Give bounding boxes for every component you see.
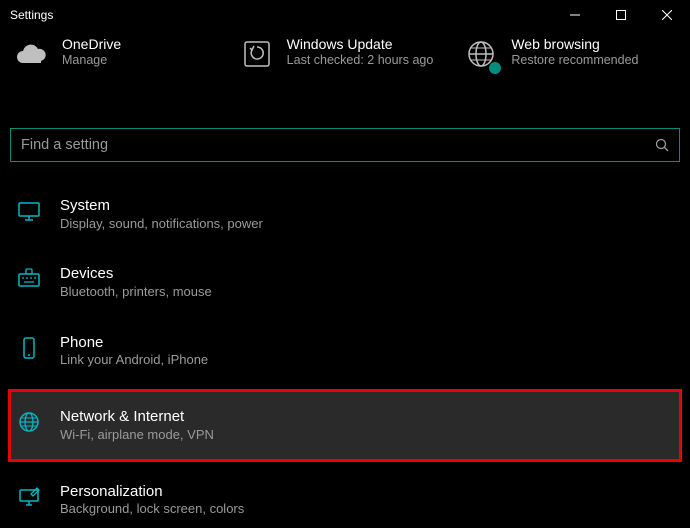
search-box[interactable]	[10, 128, 680, 162]
category-title: Network & Internet	[60, 407, 214, 427]
titlebar: Settings	[0, 0, 690, 30]
category-sub: Wi-Fi, airplane mode, VPN	[60, 427, 214, 444]
tile-onedrive[interactable]: OneDrive Manage	[10, 30, 231, 78]
cloud-icon	[14, 36, 50, 72]
category-title: Devices	[60, 264, 212, 284]
tile-title: OneDrive	[62, 36, 121, 52]
tile-title: Web browsing	[511, 36, 638, 52]
category-list: System Display, sound, notifications, po…	[10, 186, 680, 528]
window-title: Settings	[10, 8, 53, 22]
category-devices[interactable]: Devices Bluetooth, printers, mouse	[10, 254, 680, 310]
tile-web-browsing[interactable]: Web browsing Restore recommended	[459, 30, 680, 78]
tile-title: Windows Update	[287, 36, 434, 52]
globe-icon	[16, 409, 42, 435]
tile-windows-update[interactable]: Windows Update Last checked: 2 hours ago	[235, 30, 456, 78]
status-dot-icon	[489, 62, 501, 74]
header-tiles: OneDrive Manage Windows Update Last chec…	[0, 30, 690, 98]
category-sub: Display, sound, notifications, power	[60, 216, 263, 233]
search-input[interactable]	[21, 137, 655, 153]
category-sub: Background, lock screen, colors	[60, 501, 244, 518]
globe-icon	[463, 36, 499, 72]
search-icon	[655, 138, 669, 152]
minimize-button[interactable]	[552, 0, 598, 30]
paintbrush-icon	[16, 484, 42, 510]
category-title: Phone	[60, 333, 208, 353]
tile-sub: Last checked: 2 hours ago	[287, 52, 434, 68]
category-sub: Bluetooth, printers, mouse	[60, 284, 212, 301]
maximize-button[interactable]	[598, 0, 644, 30]
update-icon	[239, 36, 275, 72]
keyboard-icon	[16, 266, 42, 292]
category-title: System	[60, 196, 263, 216]
category-network[interactable]: Network & Internet Wi-Fi, airplane mode,…	[10, 391, 680, 459]
tile-sub: Restore recommended	[511, 52, 638, 68]
tile-sub: Manage	[62, 52, 121, 68]
close-button[interactable]	[644, 0, 690, 30]
category-personalization[interactable]: Personalization Background, lock screen,…	[10, 472, 680, 528]
category-sub: Link your Android, iPhone	[60, 352, 208, 369]
phone-icon	[16, 335, 42, 361]
monitor-icon	[16, 198, 42, 224]
category-system[interactable]: System Display, sound, notifications, po…	[10, 186, 680, 242]
category-title: Personalization	[60, 482, 244, 502]
category-phone[interactable]: Phone Link your Android, iPhone	[10, 323, 680, 379]
